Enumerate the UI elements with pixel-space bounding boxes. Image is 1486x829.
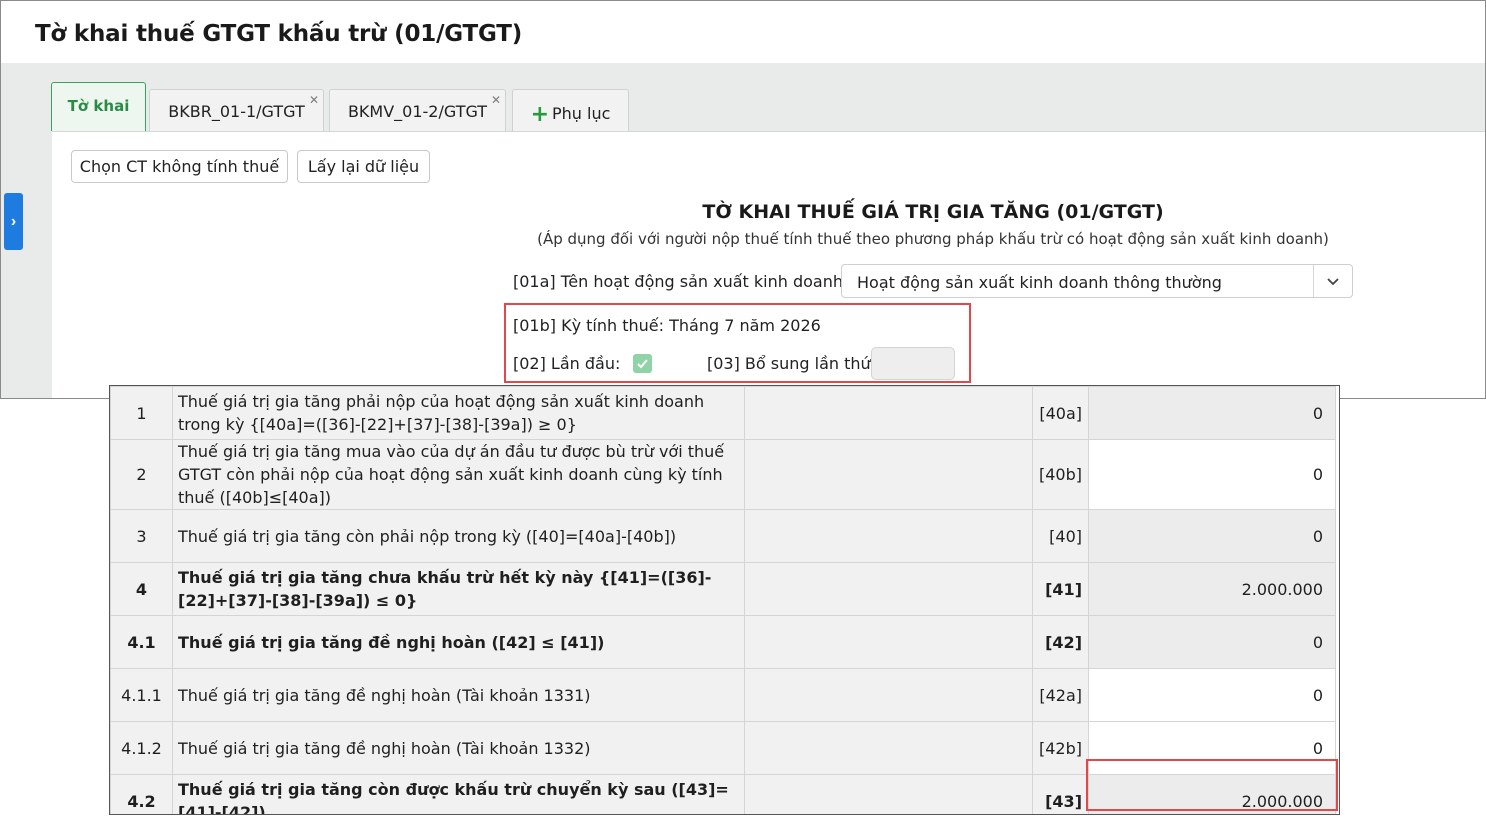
tab-label: BKMV_01-2/GTGT: [347, 102, 488, 121]
table-row: 4.1 Thuế giá trị gia tăng đề nghị hoàn (…: [110, 615, 1336, 669]
chevron-right-icon: ›: [10, 212, 17, 230]
blank-cell: [744, 562, 1033, 616]
row-description: Thuế giá trị gia tăng đề nghị hoàn (Tài …: [172, 668, 745, 722]
close-icon[interactable]: ✕: [491, 93, 501, 107]
choose-ct-button[interactable]: Chọn CT không tính thuế: [71, 150, 288, 183]
activity-select[interactable]: Hoạt động sản xuất kinh doanh thông thườ…: [841, 264, 1353, 298]
supplement-label: [03] Bổ sung lần thứ:: [707, 354, 877, 373]
activity-select-value: Hoạt động sản xuất kinh doanh thông thườ…: [857, 273, 1222, 292]
title-bar: Tờ khai thuế GTGT khấu trừ (01/GTGT): [1, 1, 1485, 63]
tab-label: Tờ khai: [67, 97, 130, 115]
row-description: Thuế giá trị gia tăng mua vào của dự án …: [172, 439, 745, 510]
blank-cell: [744, 509, 1033, 563]
select-divider: [1313, 265, 1314, 297]
row-code: [42b]: [1032, 721, 1089, 775]
row-value: 0: [1088, 509, 1336, 563]
row-description: Thuế giá trị gia tăng đề nghị hoàn (Tài …: [172, 721, 745, 775]
row-number: 4.2: [110, 774, 173, 814]
row-code: [40b]: [1032, 439, 1089, 510]
row-value: 0: [1088, 615, 1336, 669]
row-code: [42]: [1032, 615, 1089, 669]
first-time-checkbox[interactable]: [633, 354, 652, 373]
first-time-label: [02] Lần đầu:: [513, 354, 621, 373]
blank-cell: [744, 774, 1033, 814]
tab-bkmv[interactable]: BKMV_01-2/GTGT ✕: [329, 89, 506, 131]
declaration-window: Tờ khai thuế GTGT khấu trừ (01/GTGT) › T…: [0, 0, 1486, 399]
form-subtitle: (Áp dụng đối với người nộp thuế tính thu…: [537, 230, 1329, 248]
form-title: TỜ KHAI THUẾ GIÁ TRỊ GIA TĂNG (01/GTGT): [702, 201, 1164, 223]
row-value: 2.000.000: [1088, 562, 1336, 616]
row-code: [42a]: [1032, 668, 1089, 722]
reload-data-button[interactable]: Lấy lại dữ liệu: [297, 150, 430, 183]
row-number: 3: [110, 509, 173, 563]
blank-cell: [744, 386, 1033, 440]
blank-cell: [744, 721, 1033, 775]
tax-table: 1 Thuế giá trị gia tăng phải nộp của hoạ…: [110, 386, 1336, 814]
tab-label: Phụ lục: [552, 104, 611, 123]
window-title: Tờ khai thuế GTGT khấu trừ (01/GTGT): [35, 21, 523, 47]
row-number: 1: [110, 386, 173, 440]
table-row: 4 Thuế giá trị gia tăng chưa khấu trừ hế…: [110, 562, 1336, 616]
row-number: 4.1.1: [110, 668, 173, 722]
carry-forward-highlight-box: [1086, 759, 1338, 811]
close-icon[interactable]: ✕: [309, 93, 319, 107]
row-code: [43]: [1032, 774, 1089, 814]
supplement-number-input[interactable]: [871, 347, 955, 380]
tax-period-label: [01b] Kỳ tính thuế: Tháng 7 năm 2026: [513, 316, 821, 335]
row-description: Thuế giá trị gia tăng còn phải nộp trong…: [172, 509, 745, 563]
tab-bkbr[interactable]: BKBR_01-1/GTGT ✕: [149, 89, 324, 131]
row-description: Thuế giá trị gia tăng chưa khấu trừ hết …: [172, 562, 745, 616]
blank-cell: [744, 615, 1033, 669]
tax-table-window: 1 Thuế giá trị gia tăng phải nộp của hoạ…: [109, 385, 1340, 815]
row-value-input[interactable]: 0: [1088, 668, 1336, 722]
table-row: 3 Thuế giá trị gia tăng còn phải nộp tro…: [110, 509, 1336, 563]
table-row: 1 Thuế giá trị gia tăng phải nộp của hoạ…: [110, 386, 1336, 440]
table-row: 4.1.1 Thuế giá trị gia tăng đề nghị hoàn…: [110, 668, 1336, 722]
table-row: 2 Thuế giá trị gia tăng mua vào của dự á…: [110, 439, 1336, 510]
row-value: 0: [1088, 386, 1336, 440]
row-code: [41]: [1032, 562, 1089, 616]
row-description: Thuế giá trị gia tăng phải nộp của hoạt …: [172, 386, 745, 440]
activity-label: [01a] Tên hoạt động sản xuất kinh doanh: [513, 272, 843, 291]
row-code: [40]: [1032, 509, 1089, 563]
check-icon: [637, 359, 648, 369]
chevron-down-icon[interactable]: [1326, 274, 1340, 288]
row-code: [40a]: [1032, 386, 1089, 440]
tab-content: + Phụ lục: [513, 102, 628, 127]
blank-cell: [744, 439, 1033, 510]
tab-label: BKBR_01-1/GTGT: [168, 102, 305, 121]
tab-to-khai[interactable]: Tờ khai: [51, 82, 146, 131]
row-value-input[interactable]: 0: [1088, 439, 1336, 510]
add-appendix-tab[interactable]: + Phụ lục: [512, 89, 629, 131]
row-number: 2: [110, 439, 173, 510]
row-description: Thuế giá trị gia tăng còn được khấu trừ …: [172, 774, 745, 814]
row-number: 4.1: [110, 615, 173, 669]
row-number: 4: [110, 562, 173, 616]
sidebar-expand-button[interactable]: ›: [4, 193, 23, 250]
blank-cell: [744, 668, 1033, 722]
row-description: Thuế giá trị gia tăng đề nghị hoàn ([42]…: [172, 615, 745, 669]
plus-icon: +: [530, 102, 550, 127]
row-number: 4.1.2: [110, 721, 173, 775]
